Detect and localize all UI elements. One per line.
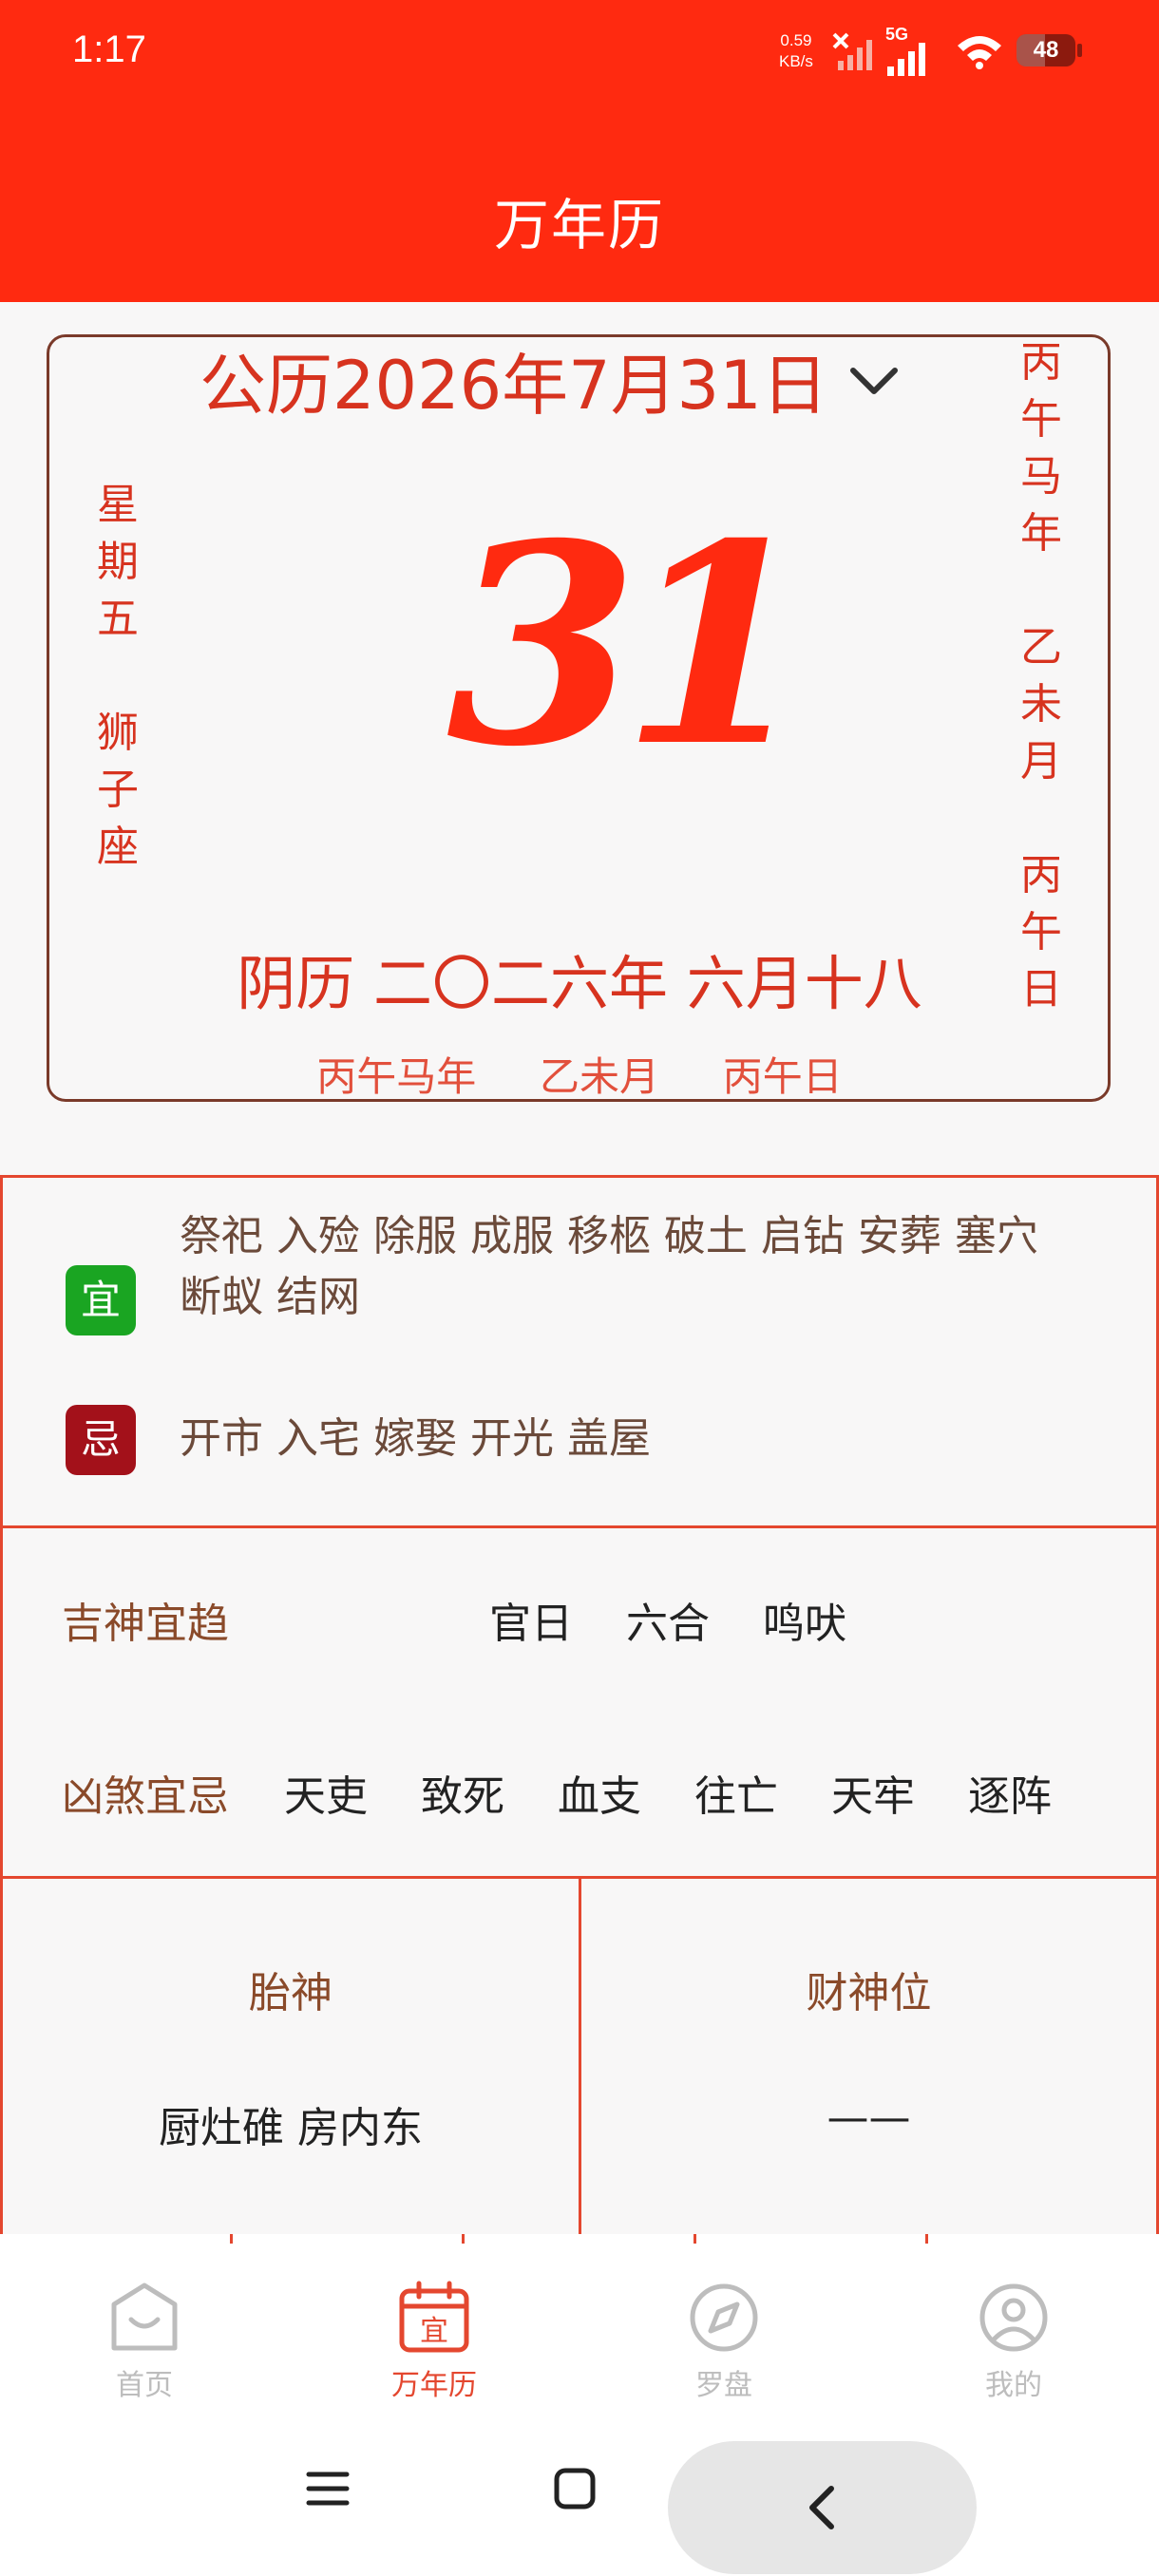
- positions-divider: [579, 1879, 581, 2240]
- xiongsha-item: 天牢: [831, 1772, 915, 1821]
- network-speed: 0.59 KB/s: [779, 30, 813, 72]
- profile-icon: [979, 2283, 1048, 2352]
- jishen-label: 吉神宜趋: [62, 1600, 229, 1648]
- nav-label-profile: 我的: [985, 2369, 1042, 2402]
- zodiac-sign: 狮 子 座: [97, 709, 139, 871]
- network-speed-unit: KB/s: [779, 52, 813, 70]
- ganzhi-year: 丙 午 马 年: [1020, 338, 1062, 558]
- ganzhi-month: 乙 未 月: [1020, 623, 1062, 786]
- yi-badge-icon: 宜: [66, 1265, 136, 1335]
- app-header: 1:17 0.59 KB/s 5G 48 万年历: [0, 0, 1159, 302]
- chevron-down-icon: [849, 368, 898, 394]
- compass-icon: [690, 2283, 758, 2352]
- positions-section: 胎神 厨灶碓 房内东 财神位 ——: [0, 1876, 1159, 2240]
- lunar-date: 阴历 二〇二六年 六月十八: [237, 949, 922, 1018]
- jishen-item: 官日: [489, 1600, 573, 1648]
- xiongsha-item: 往亡: [694, 1772, 778, 1821]
- caishen-label: 财神位: [806, 1969, 932, 2017]
- network-speed-value: 0.59: [780, 31, 812, 49]
- big-day-number: 31: [446, 484, 813, 807]
- jishen-item: 六合: [626, 1600, 710, 1648]
- xiongsha-item: 致死: [421, 1772, 504, 1821]
- page-title: 万年历: [493, 193, 665, 257]
- xiongsha-item: 天吏: [284, 1772, 368, 1821]
- weekday: 星 期 五: [97, 481, 139, 643]
- home-icon: [111, 2282, 178, 2351]
- status-time: 1:17: [72, 28, 146, 70]
- calendar-icon: 宜: [399, 2281, 469, 2353]
- caishen-value: ——: [826, 2093, 911, 2142]
- xiongsha-label: 凶煞宜忌: [62, 1772, 229, 1821]
- nav-label-calendar: 万年历: [391, 2369, 477, 2402]
- home-square-icon[interactable]: [553, 2467, 597, 2510]
- taishen-label: 胎神: [249, 1969, 332, 2017]
- taishen-value: 厨灶碓 房内东: [159, 2104, 423, 2152]
- nav-tick-marks: [0, 2234, 1159, 2244]
- bottom-nav: 首页 宜 万年历 罗盘 我的: [0, 2234, 1159, 2429]
- status-icons: 0.59 KB/s 5G 48: [779, 23, 1102, 80]
- xiongsha-item: 血支: [558, 1772, 641, 1821]
- solar-date-selector[interactable]: 公历2026年7月31日: [200, 337, 902, 425]
- svg-text:宜: 宜: [420, 2315, 448, 2348]
- nav-label-home: 首页: [116, 2369, 173, 2402]
- system-nav-bar: [0, 2429, 1159, 2576]
- ganzhi-line: 丙午马年 乙未月 丙午日: [316, 1053, 843, 1100]
- battery-level: 48: [1033, 37, 1059, 63]
- nav-label-compass: 罗盘: [695, 2369, 752, 2402]
- wifi-icon: [958, 36, 1001, 69]
- menu-icon[interactable]: [306, 2467, 350, 2510]
- yi-text: 祭祀 入殓 除服 成服 移柩 破土 启钻 安葬 塞穴 断蚁 结网: [180, 1212, 1038, 1321]
- signal-off-icon: [832, 32, 872, 70]
- back-icon: [809, 2486, 834, 2529]
- ji-badge-icon: 忌: [66, 1405, 136, 1475]
- ji-text: 开市 入宅 嫁娶 开光 盖屋: [180, 1414, 651, 1463]
- signal-icon: [887, 43, 925, 76]
- jishen-item: 鸣吠: [763, 1600, 846, 1648]
- solar-date: 公历2026年7月31日: [200, 346, 828, 425]
- yiji-section: 宜 祭祀 入殓 除服 成服 移柩 破土 启钻 安葬 塞穴 断蚁 结网 忌 开市 …: [0, 1175, 1159, 1528]
- xiongsha-item: 逐阵: [968, 1772, 1052, 1821]
- battery-icon: 48: [1016, 34, 1082, 66]
- shensha-section: 吉神宜趋 官日 六合 鸣吠 凶煞宜忌 天吏 致死 血支 往亡 天牢 逐阵: [0, 1525, 1159, 1879]
- back-button[interactable]: [668, 2441, 977, 2574]
